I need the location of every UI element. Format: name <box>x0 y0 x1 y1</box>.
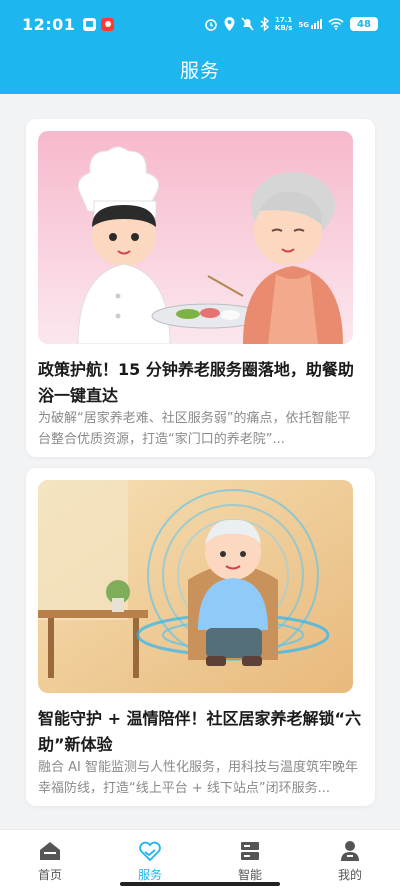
tab-home-label: 首页 <box>37 868 62 882</box>
tab-service-label: 服务 <box>137 868 162 882</box>
heart-hands-icon <box>139 841 161 862</box>
alarm-icon <box>205 19 217 31</box>
tab-mine[interactable]: 我的 <box>300 830 400 889</box>
article-image-chef-serving-elder <box>38 131 353 344</box>
bottom-tab-bar: 首页 服务 智能 我的 <box>0 829 400 889</box>
tab-service[interactable]: 服务 <box>100 830 200 889</box>
status-time: 12:01 <box>22 14 76 34</box>
person-icon <box>341 841 359 861</box>
article-image-elder-smart-monitor <box>38 480 353 693</box>
location-icon <box>224 17 235 31</box>
article-card[interactable]: 智能守护 + 温情陪伴！社区居家养老解锁“六助”新体验 融合 AI 智能监测与人… <box>26 468 375 806</box>
server-icon <box>241 842 259 860</box>
network-type: 5G <box>298 21 309 29</box>
mute-icon <box>241 17 254 31</box>
tab-smart-label: 智能 <box>237 868 262 882</box>
app-header: 12:01 17.1 KB/s 5G 48 服务 <box>0 0 400 94</box>
article-summary: 融合 AI 智能监测与人性化服务，用科技与温度筑牢晚年幸福防线，打造“线上平台 … <box>38 760 358 796</box>
article-title[interactable]: 智能守护 + 温情陪伴！社区居家养老解锁“六助”新体验 <box>38 706 363 758</box>
bluetooth-icon <box>260 17 269 31</box>
home-icon <box>40 842 60 860</box>
signal-icon: 5G <box>298 19 322 29</box>
tab-mine-label: 我的 <box>337 868 362 882</box>
status-bar: 12:01 17.1 KB/s 5G 48 <box>0 0 400 48</box>
battery-indicator: 48 <box>350 17 378 31</box>
tab-smart[interactable]: 智能 <box>200 830 300 889</box>
article-summary: 为破解“居家养老难、社区服务弱”的痛点，依托智能平台整合优质资源，打造“家门口的… <box>38 411 351 447</box>
tab-home[interactable]: 首页 <box>0 830 100 889</box>
home-indicator[interactable] <box>120 882 280 886</box>
page-title: 服务 <box>179 60 220 82</box>
notification-app-icon <box>83 17 97 31</box>
net-speed: 17.1 KB/s <box>274 16 293 32</box>
article-title[interactable]: 政策护航！15 分钟养老服务圈落地，助餐助浴一键直达 <box>38 357 363 409</box>
music-app-icon <box>101 17 115 31</box>
wifi-icon <box>328 18 344 30</box>
article-card[interactable]: 政策护航！15 分钟养老服务圈落地，助餐助浴一键直达 为破解“居家养老难、社区服… <box>26 119 375 457</box>
